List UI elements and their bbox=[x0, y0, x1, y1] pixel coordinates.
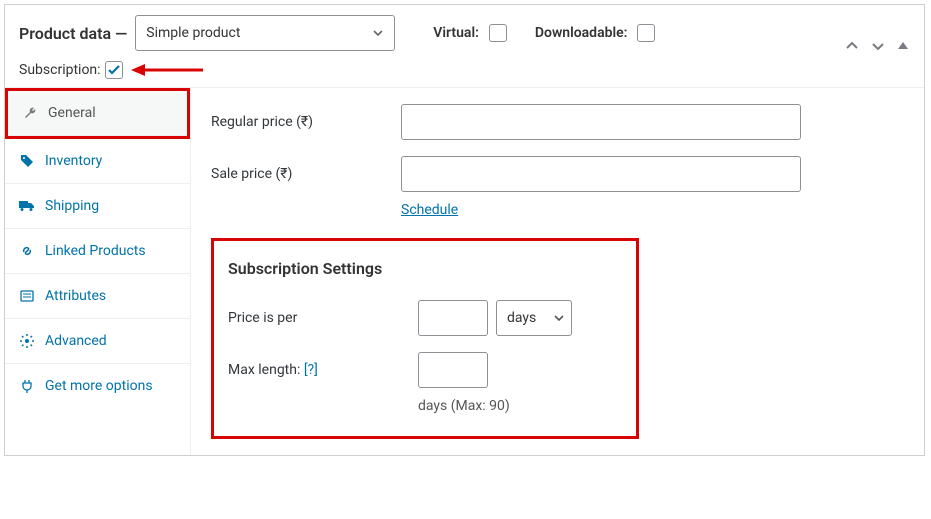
sidebar-item-general[interactable]: General bbox=[8, 91, 187, 136]
unit-value: days bbox=[507, 310, 536, 326]
annotation-arrow-icon bbox=[131, 62, 203, 78]
move-down-icon[interactable] bbox=[870, 38, 886, 54]
max-length-label: Max length: [?] bbox=[228, 362, 418, 378]
notes-icon bbox=[19, 289, 35, 303]
sidebar-item-advanced[interactable]: Advanced bbox=[5, 319, 190, 364]
virtual-checkbox[interactable] bbox=[489, 24, 507, 42]
gear-icon bbox=[19, 334, 35, 348]
downloadable-label: Downloadable: bbox=[535, 25, 628, 41]
sale-price-input[interactable] bbox=[401, 156, 801, 192]
sidebar: General Inventory Shipping Linked Produc… bbox=[5, 88, 191, 455]
schedule-link[interactable]: Schedule bbox=[401, 202, 458, 218]
sidebar-item-inventory[interactable]: Inventory bbox=[5, 139, 190, 184]
sidebar-label: Advanced bbox=[45, 333, 107, 349]
subscription-heading: Subscription Settings bbox=[228, 259, 622, 278]
content-area: Regular price (₹) Sale price (₹) Schedul… bbox=[191, 88, 924, 455]
sidebar-item-linked[interactable]: Linked Products bbox=[5, 229, 190, 274]
panel-body: General Inventory Shipping Linked Produc… bbox=[5, 88, 924, 455]
price-per-input[interactable] bbox=[418, 300, 488, 336]
panel-title: Product data — bbox=[19, 24, 127, 43]
price-per-label: Price is per bbox=[228, 310, 418, 326]
sidebar-item-more[interactable]: Get more options bbox=[5, 364, 190, 408]
sidebar-label: Linked Products bbox=[45, 243, 146, 259]
subscription-settings-box: Subscription Settings Price is per days … bbox=[211, 238, 639, 439]
product-type-value: Simple product bbox=[146, 25, 240, 41]
chevron-down-icon bbox=[553, 312, 565, 324]
collapse-icon[interactable] bbox=[896, 38, 910, 54]
sale-price-label: Sale price (₹) bbox=[211, 166, 401, 182]
max-length-input[interactable] bbox=[418, 352, 488, 388]
max-length-help[interactable]: [?] bbox=[304, 362, 318, 378]
downloadable-checkbox[interactable] bbox=[637, 24, 655, 42]
sidebar-item-attributes[interactable]: Attributes bbox=[5, 274, 190, 319]
sidebar-label: Get more options bbox=[45, 378, 153, 394]
max-length-hint: days (Max: 90) bbox=[418, 398, 622, 414]
price-per-unit-select[interactable]: days bbox=[496, 300, 572, 336]
sidebar-item-shipping[interactable]: Shipping bbox=[5, 184, 190, 229]
sidebar-label: Attributes bbox=[45, 288, 106, 304]
subscription-checkbox[interactable] bbox=[105, 61, 123, 79]
subscription-label: Subscription: bbox=[19, 62, 101, 78]
sidebar-label: Shipping bbox=[45, 198, 99, 214]
tag-icon bbox=[19, 154, 35, 168]
virtual-label: Virtual: bbox=[433, 25, 479, 41]
product-type-select[interactable]: Simple product bbox=[135, 15, 395, 51]
wrench-icon bbox=[22, 106, 38, 120]
sidebar-label: General bbox=[48, 105, 96, 121]
move-up-icon[interactable] bbox=[844, 38, 860, 54]
regular-price-input[interactable] bbox=[401, 104, 801, 140]
panel-header: Product data — Simple product Virtual: D… bbox=[5, 5, 924, 88]
plug-icon bbox=[19, 379, 35, 393]
truck-icon bbox=[19, 199, 35, 213]
panel-toggle-controls bbox=[844, 38, 910, 54]
product-data-panel: Product data — Simple product Virtual: D… bbox=[4, 4, 925, 456]
chevron-down-icon bbox=[372, 27, 384, 39]
regular-price-label: Regular price (₹) bbox=[211, 114, 401, 130]
sidebar-label: Inventory bbox=[45, 153, 102, 169]
link-icon bbox=[19, 244, 35, 258]
